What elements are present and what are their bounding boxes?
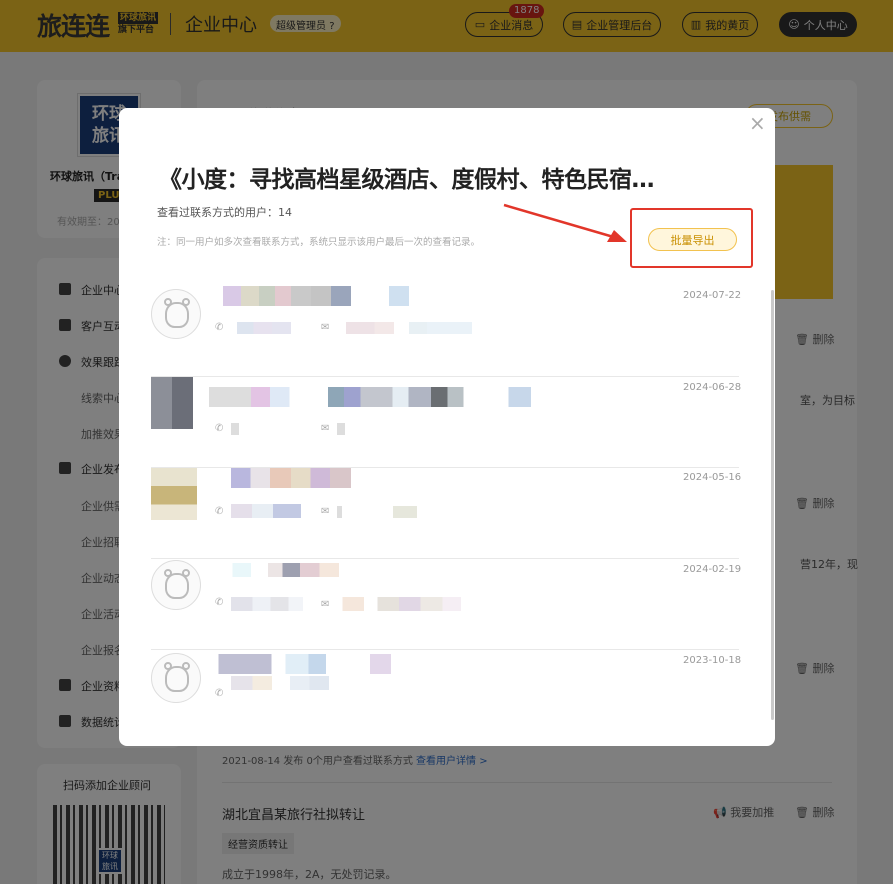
masked-name [215,654,391,674]
masked-phone [231,676,329,690]
batch-export-button[interactable]: 批量导出 [648,228,737,251]
view-date: 2024-07-22 [683,290,742,301]
masked-email [337,322,487,334]
list-item: ✆ ✉ 2024-06-28 [151,377,742,468]
list-item: ✆ ✉ 2024-02-19 [151,559,742,650]
list-item: ✆ ✉ 2024-07-22 [151,286,742,377]
list-item: ✆ ✉ 2024-05-16 [151,468,742,559]
annotation-arrow-icon [503,203,627,242]
close-icon[interactable]: × [749,113,766,133]
avatar [151,468,197,520]
masked-name [209,387,531,407]
phone-icon: ✆ [215,506,224,517]
masked-name [229,563,351,577]
avatar [151,289,201,339]
view-date: 2023-10-18 [683,655,742,666]
phone-icon: ✆ [215,322,224,333]
scrollbar[interactable] [771,290,774,720]
mail-icon: ✉ [321,423,330,434]
viewer-count: 查看过联系方式的用户：14 [157,206,292,219]
avatar [151,560,201,610]
phone-icon: ✆ [215,597,224,608]
phone-icon: ✆ [215,688,224,699]
masked-email [337,506,417,518]
masked-name [215,286,415,306]
avatar [151,377,193,429]
mail-icon: ✉ [321,599,330,610]
modal-title: 《小度：寻找高档星级酒店、度假村、特色民宿… [159,167,655,193]
viewers-modal: × 《小度：寻找高档星级酒店、度假村、特色民宿… 查看过联系方式的用户：14 注… [119,108,775,746]
masked-name [231,468,381,488]
masked-email [337,423,345,435]
mail-icon: ✉ [321,322,330,333]
masked-phone [231,322,306,334]
view-date: 2024-02-19 [683,564,742,575]
modal-note: 注：同一用户如多次查看联系方式，系统只显示该用户最后一次的查看记录。 [157,237,481,248]
mail-icon: ✉ [321,506,330,517]
masked-phone [231,504,301,518]
avatar [151,653,201,703]
view-date: 2024-05-16 [683,472,742,483]
masked-email [337,597,472,611]
list-item: ✆ 2023-10-18 [151,650,742,741]
phone-icon: ✆ [215,423,224,434]
masked-phone [231,423,239,435]
view-date: 2024-06-28 [683,382,742,393]
masked-phone [231,597,303,611]
